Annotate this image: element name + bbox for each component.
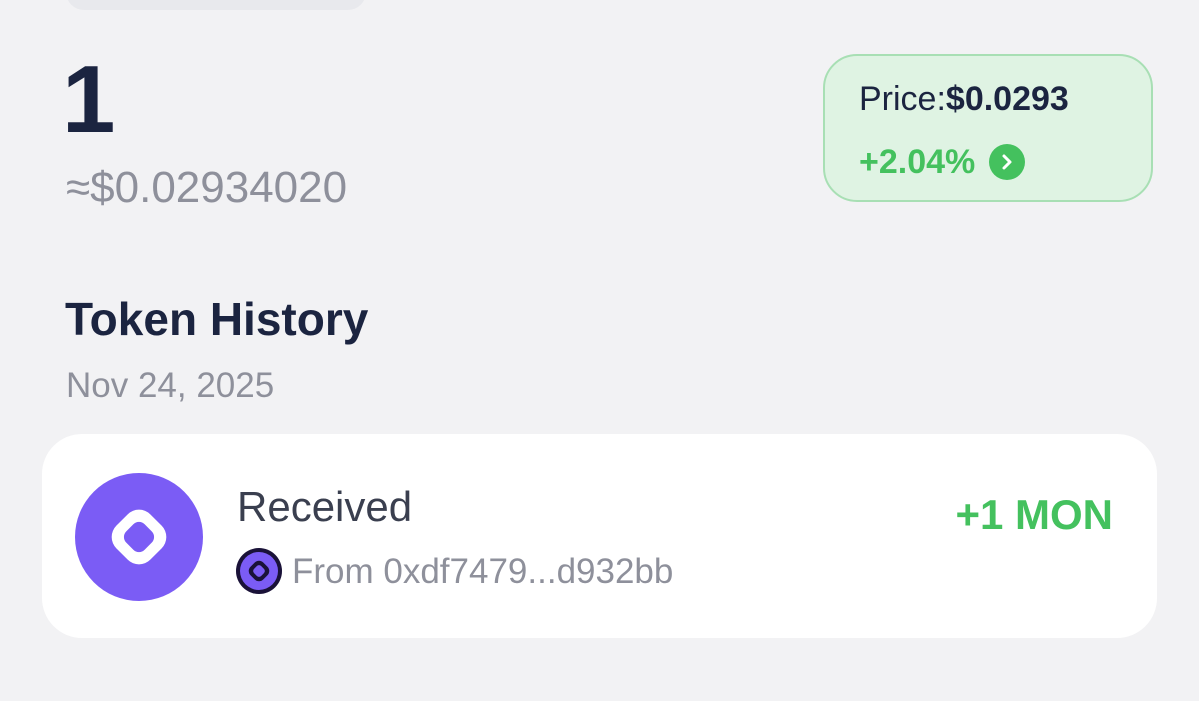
transaction-from: From 0xdf7479...d932bb: [236, 548, 673, 594]
sender-address: From 0xdf7479...d932bb: [292, 551, 674, 591]
price-label: Price:: [859, 80, 946, 118]
price-change-value: +2.04%: [859, 143, 976, 181]
token-balance-amount: 1: [62, 46, 116, 153]
price-card[interactable]: Price:$0.0293 +2.04%: [823, 54, 1153, 202]
monad-token-icon: [75, 473, 203, 601]
transaction-row[interactable]: Received From 0xdf7479...d932bb +1 MON: [42, 434, 1157, 638]
transaction-amount: +1 MON: [955, 491, 1113, 538]
history-date: Nov 24, 2025: [66, 366, 275, 405]
chevron-right-icon[interactable]: [989, 144, 1026, 180]
price-line: Price:$0.0293: [859, 82, 1069, 116]
price-value: $0.0293: [945, 80, 1069, 118]
section-title: Token History: [65, 293, 369, 345]
sender-avatar-icon: [236, 548, 282, 594]
token-balance-fiat: ≈$0.02934020: [66, 163, 348, 212]
price-change: +2.04%: [859, 143, 1026, 181]
top-tab-pill[interactable]: [66, 0, 366, 10]
transaction-type: Received: [237, 483, 413, 530]
